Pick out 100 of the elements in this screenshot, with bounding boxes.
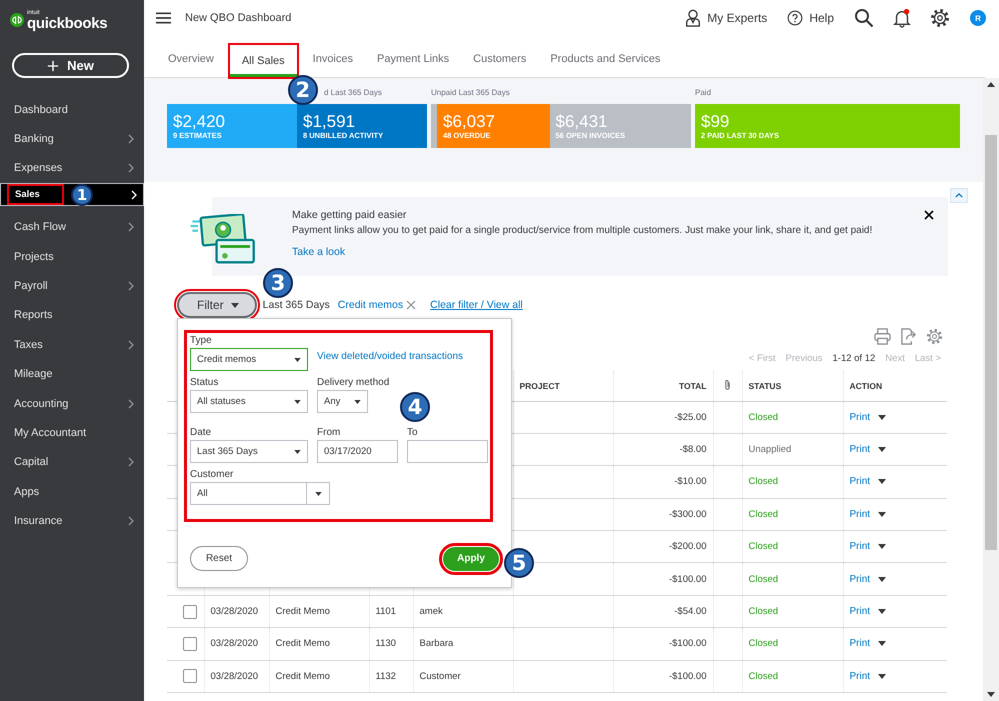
sidebar-item[interactable]: Capital bbox=[0, 448, 144, 478]
page-range: 1-12 of 12 bbox=[832, 353, 876, 366]
field-label: Type bbox=[190, 335, 213, 346]
table-cell: -$100.00 bbox=[668, 670, 706, 682]
status-select[interactable]: All statuses bbox=[190, 390, 308, 413]
tab[interactable]: Payment Links bbox=[365, 43, 462, 77]
table-cell: 1101 bbox=[376, 606, 396, 618]
table-cell: -$54.00 bbox=[674, 606, 706, 618]
column-header[interactable]: STATUS bbox=[748, 380, 782, 391]
tab[interactable]: Overview bbox=[156, 43, 226, 77]
group-label: Unpaid Last 365 Days bbox=[431, 88, 510, 99]
table-cell: -$200.00 bbox=[668, 541, 706, 552]
date-range-text: Last 365 Days bbox=[262, 299, 330, 311]
tab[interactable]: Invoices bbox=[300, 43, 365, 77]
table-cell: -$8.00 bbox=[680, 444, 706, 456]
clear-filter-link[interactable]: Clear filter / View all bbox=[430, 299, 523, 311]
table-cell: Barbara bbox=[420, 638, 454, 650]
column-header[interactable]: TOTAL bbox=[678, 380, 706, 391]
banner-link[interactable]: Take a look bbox=[292, 246, 924, 258]
customer-combobox[interactable]: All bbox=[190, 482, 330, 505]
field-label: Delivery method bbox=[317, 377, 390, 388]
sidebar-item[interactable]: Insurance bbox=[0, 506, 144, 536]
table-cell: Customer bbox=[420, 670, 461, 682]
filter-chip[interactable]: Credit memos bbox=[338, 299, 404, 311]
field-label: Date bbox=[190, 427, 212, 438]
sidebar-item[interactable]: Apps bbox=[0, 477, 144, 506]
user-avatar[interactable]: R bbox=[970, 10, 986, 26]
status-text: Closed bbox=[748, 541, 778, 552]
field-label: To bbox=[407, 427, 419, 438]
sidebar-item[interactable]: My Accountant bbox=[0, 418, 144, 448]
deleted-transactions-link[interactable]: View deleted/voided transactions bbox=[317, 351, 464, 362]
print-link[interactable]: Print bbox=[850, 412, 870, 423]
step-badge: 1 bbox=[71, 184, 93, 206]
column-header[interactable]: ACTION bbox=[850, 380, 882, 391]
group-label: Paid bbox=[695, 88, 712, 99]
page-title: New QBO Dashboard bbox=[185, 12, 292, 24]
card-amount: $2,420 bbox=[173, 112, 226, 131]
table-cell: Credit Memo bbox=[276, 670, 330, 682]
filter-button[interactable]: Filter bbox=[177, 292, 257, 318]
print-link[interactable]: Print bbox=[850, 476, 870, 488]
table-cell: amek bbox=[420, 606, 443, 618]
sidebar-item[interactable]: Taxes bbox=[0, 330, 144, 360]
table-cell: 1132 bbox=[376, 670, 396, 682]
step-badge: 4 bbox=[400, 392, 430, 422]
field-label: Customer bbox=[190, 469, 234, 480]
print-link[interactable]: Print bbox=[850, 670, 870, 682]
print-link[interactable]: Print bbox=[850, 508, 870, 520]
status-text: Unapplied bbox=[748, 444, 792, 456]
type-select[interactable]: Credit memos bbox=[190, 348, 308, 371]
sidebar-item[interactable]: Dashboard bbox=[0, 95, 144, 124]
step-badge: 5 bbox=[504, 548, 534, 578]
help-link[interactable]: Help bbox=[787, 9, 834, 27]
status-text: Closed bbox=[748, 476, 778, 488]
print-link[interactable]: Print bbox=[850, 606, 870, 618]
sidebar-item[interactable]: Banking bbox=[0, 124, 144, 154]
step-badge: 3 bbox=[263, 268, 293, 298]
date-select[interactable]: Last 365 Days bbox=[190, 440, 308, 463]
tab[interactable]: Products and Services bbox=[538, 43, 672, 77]
table-cell: 03/28/2020 bbox=[210, 638, 258, 650]
status-text: Closed bbox=[748, 638, 778, 650]
table-cell: -$100.00 bbox=[668, 574, 706, 585]
card-amount: $1,591 bbox=[303, 112, 356, 131]
tab[interactable]: Customers bbox=[461, 43, 538, 77]
tab[interactable]: All Sales bbox=[230, 45, 297, 77]
status-text: Closed bbox=[748, 606, 778, 618]
new-button[interactable]: New bbox=[12, 53, 129, 78]
column-header[interactable]: PROJECT bbox=[520, 380, 560, 391]
table-cell: -$10.00 bbox=[674, 476, 706, 488]
table-cell: -$300.00 bbox=[668, 508, 706, 520]
card-amount: $6,431 bbox=[556, 112, 609, 131]
table-cell: 03/28/2020 bbox=[210, 670, 258, 682]
table-cell: Credit Memo bbox=[276, 638, 330, 650]
print-link[interactable]: Print bbox=[850, 574, 870, 585]
print-link[interactable]: Print bbox=[850, 444, 870, 456]
experts-link[interactable]: My Experts bbox=[685, 9, 768, 27]
sidebar-item[interactable]: Accounting bbox=[0, 388, 144, 418]
table-cell: -$100.00 bbox=[668, 638, 706, 650]
status-text: Closed bbox=[748, 574, 778, 585]
reset-button[interactable]: Reset bbox=[190, 546, 248, 571]
sidebar-item[interactable]: Mileage bbox=[0, 360, 144, 389]
card-amount: $6,037 bbox=[443, 112, 496, 131]
brand-name: quickbooks bbox=[27, 16, 108, 30]
banner-text: Payment links allow you to get paid for a single product/service from multiple customers. Just make your link, share it, and get paid! bbox=[292, 225, 874, 236]
table-cell: -$25.00 bbox=[674, 412, 706, 423]
from-date-field[interactable]: 03/17/2020 bbox=[317, 440, 398, 463]
table-cell: 1130 bbox=[376, 638, 396, 650]
sidebar-item[interactable]: Cash Flow bbox=[0, 212, 144, 242]
sidebar-item[interactable]: Reports bbox=[0, 300, 144, 330]
group-label: d Last 365 Days bbox=[324, 88, 382, 99]
banner-title: Make getting paid easier bbox=[292, 209, 408, 221]
sidebar-item[interactable]: Projects bbox=[0, 242, 144, 272]
sidebar-item[interactable]: Expenses bbox=[0, 154, 144, 184]
table-cell: 03/28/2020 bbox=[210, 606, 258, 618]
print-link[interactable]: Print bbox=[850, 638, 870, 650]
status-text: Closed bbox=[748, 508, 778, 520]
sidebar-item[interactable]: Sales 1 bbox=[0, 183, 144, 206]
status-text: Closed bbox=[748, 412, 778, 423]
print-link[interactable]: Print bbox=[850, 541, 870, 552]
delivery-select[interactable]: Any bbox=[317, 390, 368, 413]
sidebar-item[interactable]: Payroll bbox=[0, 271, 144, 301]
